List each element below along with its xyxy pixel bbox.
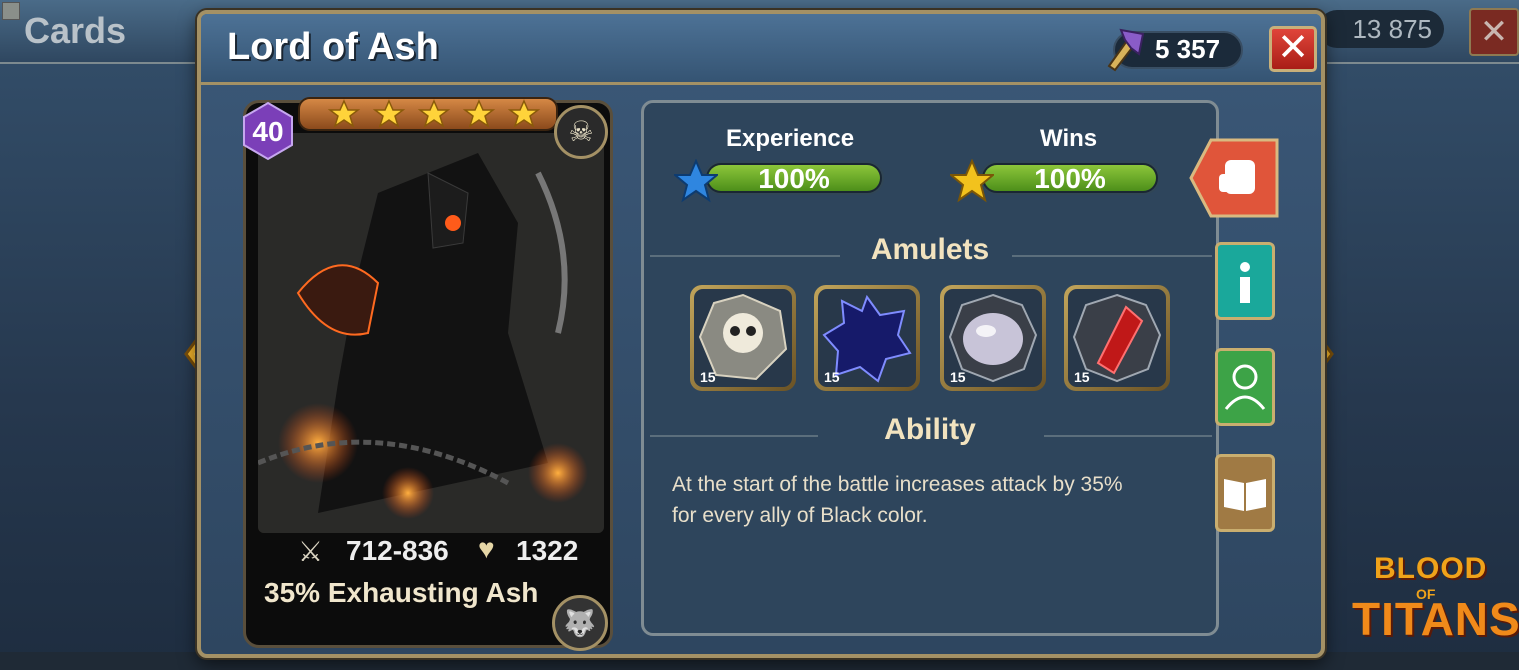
- amulet-level: 15: [700, 369, 716, 385]
- amulet-slot[interactable]: 15: [690, 285, 796, 391]
- background-currency: 13 875: [1318, 10, 1444, 48]
- ability-description: At the start of the battle increases att…: [672, 469, 1212, 531]
- card-level: 40: [252, 116, 283, 147]
- dialog-title: Lord of Ash: [227, 26, 439, 68]
- wolf-badge-icon: 🐺: [552, 595, 608, 651]
- amulets-title: Amulets: [870, 233, 990, 266]
- skull-gear-amulet-icon: 15: [694, 289, 792, 387]
- amulet-level: 15: [1074, 369, 1090, 385]
- experience-label: Experience: [726, 125, 855, 152]
- health-value: 1322: [516, 535, 579, 566]
- star-bar: [298, 97, 558, 131]
- five-stars-icon: [327, 99, 541, 128]
- dark-blue-gem-amulet-icon: 15: [818, 289, 916, 387]
- team-button[interactable]: [1215, 348, 1275, 426]
- blood-of-titans-logo: BLOOD OF TITANS: [1350, 552, 1519, 652]
- lord-of-ash-artwork: [258, 133, 604, 533]
- wins-bar: 100%: [980, 161, 1160, 195]
- blue-star-icon: [674, 159, 718, 203]
- info-icon: [1240, 262, 1250, 303]
- person-icon: [1224, 364, 1266, 410]
- card-stats: ⚔ 712-836 ♥ 1322: [286, 533, 596, 575]
- gold-value: 5 357: [1155, 34, 1221, 64]
- wins-value: 100%: [1034, 163, 1106, 194]
- corner-icon: [2, 2, 20, 20]
- logo-line1: BLOOD: [1374, 552, 1488, 585]
- ability-title: Ability: [884, 413, 976, 446]
- card-dialog: Lord of Ash 5 357 ✕ 40 ☠ ⚔ 712-836 ♥ 132…: [197, 10, 1325, 658]
- red-crystal-amulet-icon: 15: [1068, 289, 1166, 387]
- gold-star-icon: [950, 159, 994, 203]
- skull-gear-badge-icon: ☠: [554, 105, 608, 159]
- amulet-level: 15: [950, 369, 966, 385]
- experience-value: 100%: [758, 163, 830, 194]
- info-button[interactable]: [1215, 242, 1275, 320]
- hero-card: 40 ☠ ⚔ 712-836 ♥ 1322 35% Exhausting Ash…: [243, 97, 613, 651]
- ability-text-line1: At the start of the battle increases att…: [672, 473, 1123, 496]
- amulet-slot[interactable]: 15: [814, 285, 920, 391]
- lore-button[interactable]: [1215, 454, 1275, 532]
- heart-icon: ♥: [478, 533, 495, 564]
- purple-axe-icon: [1107, 28, 1145, 72]
- background-title: Cards: [24, 10, 127, 51]
- card-ability-short: 35% Exhausting Ash: [264, 577, 539, 608]
- ability-text-line2: for every ally of Black color.: [672, 504, 928, 527]
- logo-line3: TITANS: [1352, 593, 1519, 645]
- pearl-amulet-icon: 15: [944, 289, 1042, 387]
- crossed-swords-icon: ⚔: [298, 536, 324, 567]
- attack-value: 712-836: [346, 535, 449, 566]
- amulet-slot[interactable]: 15: [940, 285, 1046, 391]
- fist-icon: [1189, 138, 1279, 218]
- close-button[interactable]: ✕: [1269, 26, 1317, 72]
- hero-portrait: [258, 133, 604, 533]
- fight-button[interactable]: [1189, 138, 1279, 218]
- level-gem-icon: 40: [243, 101, 293, 161]
- amulet-slot[interactable]: 15: [1064, 285, 1170, 391]
- wins-label: Wins: [1040, 125, 1098, 152]
- experience-bar: 100%: [704, 161, 884, 195]
- amulet-level: 15: [824, 369, 840, 385]
- info-panel: Experience 100% Wins 100% Amulets 15 15 …: [641, 100, 1219, 636]
- background-close-button[interactable]: ✕: [1469, 8, 1519, 56]
- book-icon: [1224, 479, 1266, 511]
